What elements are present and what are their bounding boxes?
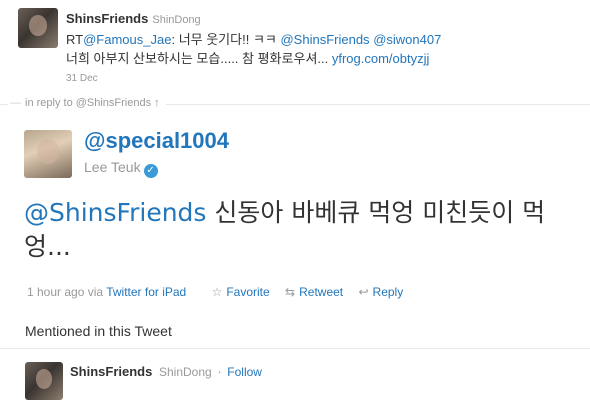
dash-icon: — [10,97,21,109]
retweet-button[interactable]: ⇆ Retweet [285,285,343,299]
reply-tweet: ShinsFriends ShinDong RT@Famous_Jae: 너무 웃… [18,6,578,90]
mentioned-full-name: ShinDong [158,365,212,379]
tweet-timestamp[interactable]: 1 hour ago [27,285,84,299]
reply-label: Reply [372,285,404,299]
retweet-icon: ⇆ [285,285,296,299]
in-reply-to-text: in reply to @ShinsFriends [25,97,152,109]
in-reply-to-label[interactable]: — in reply to @ShinsFriends ↑ [8,97,166,109]
follow-button[interactable]: Follow [227,365,262,379]
client-link[interactable]: Twitter for iPad [106,285,186,299]
main-avatar[interactable] [24,130,72,178]
mention-link[interactable]: @Famous_Jae [83,32,171,47]
rt-prefix: RT [66,32,84,47]
mentioned-user: ShinsFriends ShinDong · Follow [70,364,262,379]
reply-tweet-header: ShinsFriends ShinDong [66,10,201,28]
tweet-actions: ☆ Favorite ⇆ Retweet ↩ Reply [200,285,404,299]
mentioned-avatar[interactable] [25,362,63,400]
favorite-label: Favorite [226,285,270,299]
reply-tweet-screen-name[interactable]: ShinsFriends [66,11,148,26]
arrow-up-icon: ↑ [154,97,160,109]
via-label: via [87,285,104,299]
mention-link[interactable]: @ShinsFriends [24,198,206,227]
mention-link[interactable]: @ShinsFriends [280,32,369,47]
reply-tweet-text-part: : 너무 웃기다!! ㅋㅋ [171,32,281,47]
main-tweet-handle[interactable]: @special1004 [84,128,229,154]
reply-tweet-timestamp[interactable]: 31 Dec [66,73,98,84]
favorite-button[interactable]: ☆ Favorite [212,285,270,299]
mentioned-screen-name[interactable]: ShinsFriends [70,364,152,379]
tweet-meta: 1 hour ago via Twitter for iPad ☆ Favorit… [27,285,403,299]
verified-icon: ✓ [143,164,158,178]
divider [0,348,590,349]
reply-tweet-text-part: 너희 아부지 산보하시는 모습..... 참 평화로우셔... [66,51,332,66]
separator: · [217,364,222,379]
reply-tweet-full-name: ShinDong [152,14,201,26]
photo-link[interactable]: yfrog.com/obtyzjj [332,51,430,66]
star-icon: ☆ [211,285,223,299]
reply-icon: ↩ [358,285,369,299]
reply-tweet-text: RT@Famous_Jae: 너무 웃기다!! ㅋㅋ @ShinsFriends… [66,30,456,68]
main-tweet-full-name: Lee Teuk [84,159,141,175]
main-tweet-name: Lee Teuk ✓ [84,159,158,178]
reply-button[interactable]: ↩ Reply [358,285,403,299]
retweet-label: Retweet [299,285,344,299]
avatar[interactable] [18,8,58,48]
main-tweet-text: @ShinsFriends 신동아 바베큐 먹엉 미친듯이 먹엉... [24,196,569,264]
mentioned-title: Mentioned in this Tweet [25,323,172,339]
mention-link[interactable]: @siwon407 [373,32,441,47]
